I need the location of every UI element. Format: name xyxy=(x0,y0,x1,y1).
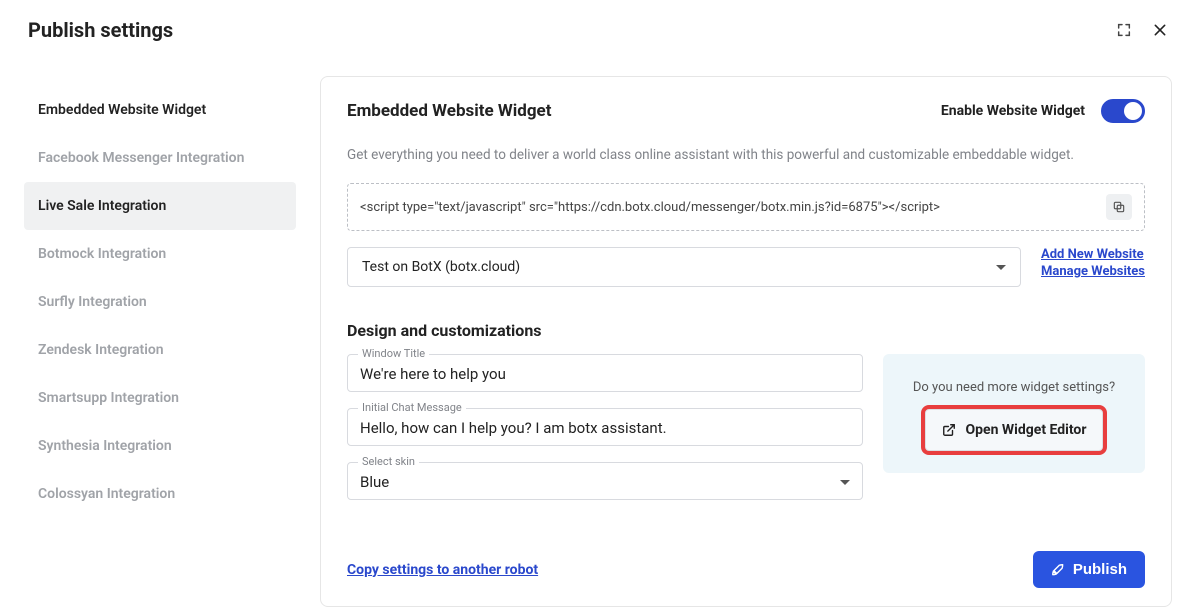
website-select-value: Test on BotX (botx.cloud) xyxy=(362,259,520,275)
sidebar-item-embedded-widget[interactable]: Embedded Website Widget xyxy=(24,86,296,134)
footer: Copy settings to another robot Publish xyxy=(347,519,1145,588)
design-row: Window Title We're here to help you Init… xyxy=(347,354,1145,500)
skin-value: Blue xyxy=(360,473,389,491)
initial-message-label: Initial Chat Message xyxy=(358,401,466,414)
external-link-icon xyxy=(942,423,956,437)
initial-message-field[interactable]: Initial Chat Message Hello, how can I he… xyxy=(347,408,863,446)
body: Embedded Website Widget Facebook Messeng… xyxy=(0,56,1196,607)
sidebar: Embedded Website Widget Facebook Messeng… xyxy=(24,76,296,607)
sidebar-item-surfly[interactable]: Surfly Integration xyxy=(24,278,296,326)
enable-toggle-group: Enable Website Widget xyxy=(941,99,1145,123)
header-actions xyxy=(1116,22,1168,38)
window-title-field[interactable]: Window Title We're here to help you xyxy=(347,354,863,392)
close-icon[interactable] xyxy=(1152,22,1168,38)
section-description: Get everything you need to deliver a wor… xyxy=(347,147,1145,163)
open-widget-editor-label: Open Widget Editor xyxy=(966,422,1087,438)
sidebar-item-smartsupp[interactable]: Smartsupp Integration xyxy=(24,374,296,422)
section-title: Embedded Website Widget xyxy=(347,101,552,121)
enable-widget-toggle[interactable] xyxy=(1101,99,1145,123)
sidebar-item-live-sale[interactable]: Live Sale Integration xyxy=(24,182,296,230)
copy-script-button[interactable] xyxy=(1106,194,1132,220)
website-row: Test on BotX (botx.cloud) Add New Websit… xyxy=(347,247,1145,287)
window-title-value: We're here to help you xyxy=(360,365,850,383)
skin-label: Select skin xyxy=(358,455,419,468)
open-widget-editor-button[interactable]: Open Widget Editor xyxy=(925,409,1104,451)
design-section-title: Design and customizations xyxy=(347,321,1145,340)
enable-label: Enable Website Widget xyxy=(941,103,1085,119)
website-select[interactable]: Test on BotX (botx.cloud) xyxy=(347,247,1021,287)
sidebar-item-botmock[interactable]: Botmock Integration xyxy=(24,230,296,278)
publish-button[interactable]: Publish xyxy=(1033,551,1145,588)
main-top: Embedded Website Widget Enable Website W… xyxy=(347,99,1145,123)
chevron-down-icon xyxy=(840,480,850,485)
rocket-icon xyxy=(1051,563,1065,577)
main-panel: Embedded Website Widget Enable Website W… xyxy=(320,76,1172,607)
skin-select[interactable]: Select skin Blue xyxy=(347,462,863,500)
script-snippet-text: <script type="text/javascript" src="http… xyxy=(360,200,940,215)
promo-question: Do you need more widget settings? xyxy=(897,380,1131,395)
sidebar-item-facebook-messenger[interactable]: Facebook Messenger Integration xyxy=(24,134,296,182)
sidebar-item-synthesia[interactable]: Synthesia Integration xyxy=(24,422,296,470)
publish-label: Publish xyxy=(1073,561,1127,578)
sidebar-item-zendesk[interactable]: Zendesk Integration xyxy=(24,326,296,374)
add-website-link[interactable]: Add New Website xyxy=(1041,247,1145,262)
window-title-label: Window Title xyxy=(358,347,429,360)
expand-icon[interactable] xyxy=(1116,22,1132,38)
website-links: Add New Website Manage Websites xyxy=(1041,247,1145,279)
sidebar-item-colossyan[interactable]: Colossyan Integration xyxy=(24,470,296,518)
page-header: Publish settings xyxy=(0,0,1196,56)
chevron-down-icon xyxy=(996,265,1006,270)
design-fields: Window Title We're here to help you Init… xyxy=(347,354,863,500)
widget-editor-promo: Do you need more widget settings? Open W… xyxy=(883,354,1145,473)
page-title: Publish settings xyxy=(28,18,173,42)
copy-settings-link[interactable]: Copy settings to another robot xyxy=(347,562,538,578)
manage-websites-link[interactable]: Manage Websites xyxy=(1041,264,1145,279)
script-snippet-box: <script type="text/javascript" src="http… xyxy=(347,183,1145,231)
initial-message-value: Hello, how can I help you? I am botx ass… xyxy=(360,419,850,437)
